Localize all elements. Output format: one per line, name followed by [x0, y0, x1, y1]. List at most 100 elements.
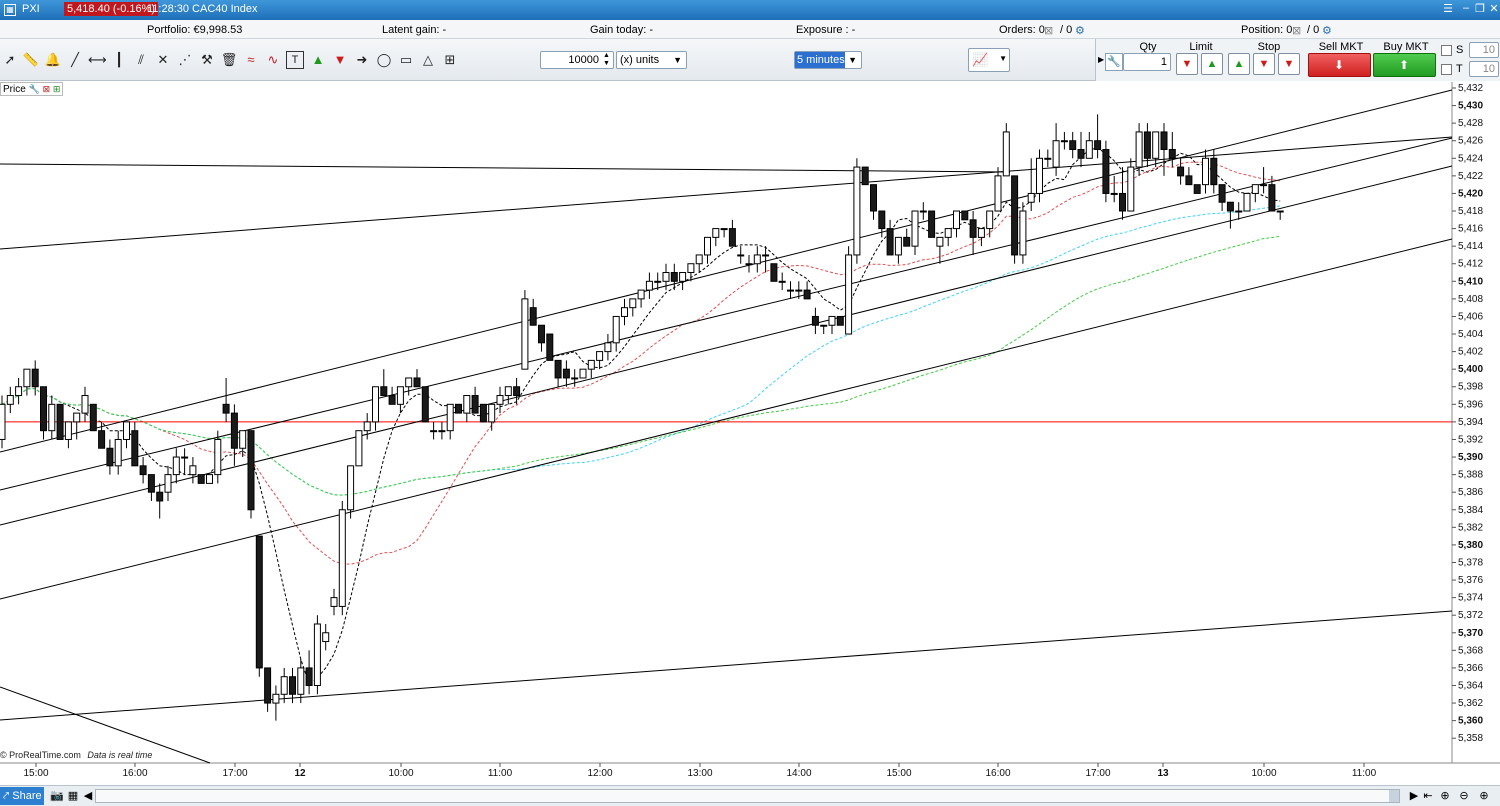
y-tick-label: 5,390: [1458, 452, 1483, 463]
y-tick-label: 5,398: [1458, 382, 1483, 393]
screenshot-icon[interactable]: 📷: [50, 789, 64, 803]
stop-limit-button[interactable]: ▼: [1278, 53, 1300, 75]
y-tick-label: 5,420: [1458, 188, 1483, 199]
rectangle-tool-icon[interactable]: ▭: [397, 51, 415, 69]
horizontal-scrollbar[interactable]: [95, 789, 1400, 803]
orders-settings-icon[interactable]: ⚙: [1075, 24, 1085, 37]
s-input[interactable]: 10: [1469, 42, 1499, 58]
price-chart[interactable]: 5,432 5,430 5,428 5,426 5,424 5,422 5,420 5,418…: [0, 82, 1500, 785]
close-icon[interactable]: ✕: [1486, 2, 1500, 17]
wave-tool-icon[interactable]: ∿: [264, 51, 282, 69]
candle-body: [123, 421, 130, 440]
triangle-tool-icon[interactable]: △: [419, 51, 437, 69]
fan-tool-icon[interactable]: ⋰: [176, 51, 194, 69]
price-panel-label[interactable]: Price 🔧 ⊠ ⊞: [0, 82, 64, 96]
scrollbar-thumb[interactable]: [1389, 790, 1399, 802]
pattern-tool-icon[interactable]: ⊞: [441, 51, 459, 69]
qty-value: 1: [1160, 56, 1167, 68]
fit-chart-icon[interactable]: ⇤: [1421, 789, 1435, 803]
x-tick-label: 11:00: [488, 768, 513, 779]
panel-close-icon[interactable]: ⊠: [43, 84, 51, 94]
orders-close-icon[interactable]: ⊠: [1044, 24, 1053, 37]
candle-body: [529, 307, 537, 326]
candle-body: [1276, 210, 1284, 213]
stop-label: Stop: [1257, 41, 1281, 53]
y-tick-label: 5,366: [1458, 663, 1483, 674]
zoom-reset-icon[interactable]: ⊕: [1438, 789, 1452, 803]
limit-buy-button[interactable]: ▲: [1201, 53, 1223, 75]
qty-input[interactable]: 1: [1123, 53, 1171, 71]
candle-body: [787, 289, 794, 292]
horizontal-line-icon[interactable]: ⟷: [88, 51, 107, 69]
y-tick-label: 5,412: [1458, 259, 1483, 270]
zoom-in-icon[interactable]: ⊕: [1477, 789, 1491, 803]
position-close-icon[interactable]: ⊠: [1292, 24, 1301, 37]
alert-bell-icon[interactable]: 🔔: [44, 51, 62, 69]
t-checkbox[interactable]: [1441, 64, 1452, 75]
sell-arrow-icon[interactable]: ▼: [331, 51, 349, 69]
candle-body: [1168, 149, 1176, 159]
candle-body: [280, 676, 288, 695]
fibonacci-icon[interactable]: ≈: [242, 51, 260, 69]
candle-body: [720, 228, 728, 231]
y-tick-label: 5,428: [1458, 118, 1483, 129]
share-button[interactable]: ⤤ Share: [0, 787, 44, 805]
candle-body: [1202, 157, 1209, 186]
x-tick-label: 16:00: [122, 768, 147, 779]
candle-body: [164, 474, 172, 493]
t-input[interactable]: 10: [1469, 61, 1499, 77]
vertical-line-icon[interactable]: ┃: [110, 51, 128, 69]
window-list-icon[interactable]: ☰: [1440, 2, 1456, 17]
cross-tool-icon[interactable]: ✕: [154, 51, 172, 69]
zoom-out-icon[interactable]: ⊖: [1457, 789, 1471, 803]
candle-body: [313, 623, 321, 686]
position-settings-icon[interactable]: ⚙: [1322, 24, 1332, 37]
candle-body: [297, 667, 305, 695]
candle-body: [604, 342, 612, 353]
units-select[interactable]: (x) units ▼: [616, 51, 687, 69]
chevron-down-icon: ▼: [848, 55, 857, 65]
candle-body: [1011, 175, 1019, 256]
chart-type-button[interactable]: 📈 ▼: [968, 48, 1010, 72]
s-checkbox[interactable]: [1441, 45, 1452, 56]
pointer-tool-icon[interactable]: ➚: [1, 51, 19, 69]
quantity-stepper-icon[interactable]: ▲ ▼: [603, 52, 610, 68]
candle-body: [504, 386, 512, 397]
price-label-text: Price: [3, 84, 26, 95]
candle-body: [222, 403, 230, 414]
scroll-left-icon[interactable]: ◀: [81, 789, 95, 803]
wrench-icon[interactable]: 🔧: [1105, 53, 1123, 71]
panel-up-icon[interactable]: ⊞: [53, 84, 61, 94]
stop-sell-button[interactable]: ▼: [1253, 53, 1275, 75]
layout-icon[interactable]: ▦: [66, 789, 80, 803]
lasso-tool-icon[interactable]: ◯: [375, 51, 393, 69]
channel-tool-icon[interactable]: ⫽: [132, 51, 150, 69]
candle-body: [363, 421, 371, 432]
candle-body: [546, 333, 554, 361]
candle-body: [64, 421, 72, 440]
panel-settings-icon[interactable]: 🔧: [29, 84, 40, 94]
timeframe-select[interactable]: 5 minutes ▼: [794, 51, 862, 69]
text-tool-icon[interactable]: T: [286, 51, 304, 69]
quantity-value: 10000: [568, 54, 599, 66]
candle-body: [961, 210, 969, 221]
y-tick-label: 5,392: [1458, 434, 1483, 445]
line-tool-icon[interactable]: ╱: [66, 51, 84, 69]
stop-buy-button[interactable]: ▲: [1228, 53, 1250, 75]
right-arrow-icon[interactable]: ➜: [353, 51, 371, 69]
limit-sell-button[interactable]: ▼: [1176, 53, 1198, 75]
buy-order-icon: ⬆: [1399, 58, 1410, 72]
buy-arrow-icon[interactable]: ▲: [309, 51, 327, 69]
candle-body: [380, 386, 388, 397]
collapse-panel-icon[interactable]: ▶: [1098, 55, 1104, 64]
candle-body: [1177, 166, 1185, 177]
ruler-tool-icon[interactable]: 📏: [22, 51, 40, 69]
hammer-tool-icon[interactable]: ⚒: [198, 51, 216, 69]
scroll-right-icon[interactable]: ▶: [1407, 789, 1421, 803]
candle-body: [654, 280, 662, 283]
candle-body: [1268, 184, 1276, 212]
sell-mkt-button[interactable]: ⬇: [1308, 53, 1371, 77]
candle-body: [1110, 192, 1118, 195]
buy-mkt-button[interactable]: ⬆: [1373, 53, 1436, 77]
trash-icon[interactable]: 🗑: [220, 51, 238, 69]
